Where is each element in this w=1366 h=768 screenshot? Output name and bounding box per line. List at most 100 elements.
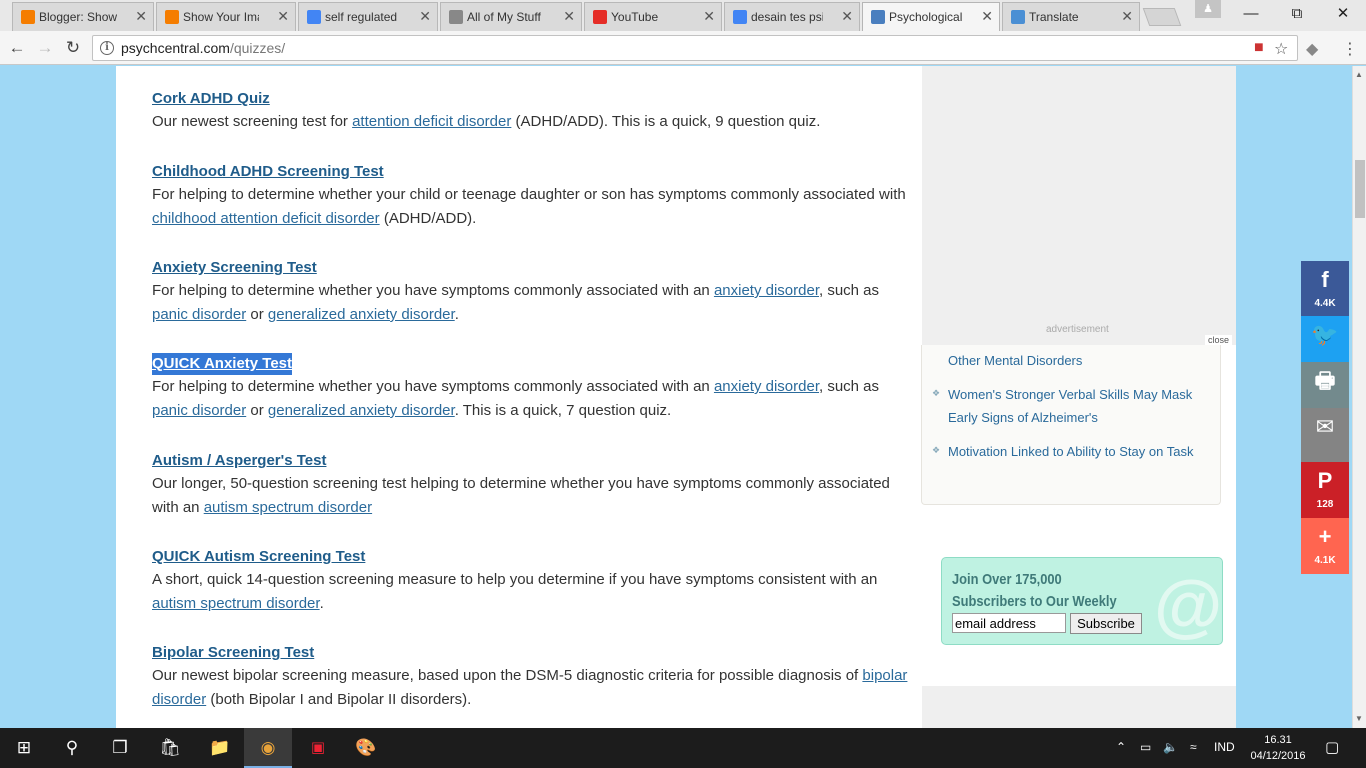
tab-close-icon[interactable]: ✕ — [419, 8, 431, 25]
volume-icon[interactable]: 🔈 — [1163, 740, 1178, 754]
profile-icon[interactable]: ♟ — [1195, 0, 1221, 18]
description-text: For helping to determine whether you hav… — [152, 378, 714, 395]
page-scrollbar[interactable]: ▲ ▼ — [1352, 66, 1366, 728]
language-indicator[interactable]: IND — [1214, 740, 1235, 754]
wifi-icon[interactable]: ≈ — [1190, 740, 1197, 754]
browser-tab[interactable]: Translate ✕ — [1002, 2, 1140, 31]
browser-tab[interactable]: All of My Stuff ✕ — [440, 2, 582, 31]
bullet-icon: ❖ — [932, 388, 941, 398]
share-email-button[interactable]: ✉ — [1301, 408, 1349, 462]
description-text: For helping to determine whether your ch… — [152, 186, 906, 203]
quiz-title-link[interactable]: QUICK Autism Screening Test — [152, 546, 365, 568]
file-explorer-icon[interactable]: 📁 — [196, 728, 244, 768]
tab-close-icon[interactable]: ✕ — [981, 8, 993, 25]
bookmark-star-icon[interactable]: ☆ — [1274, 39, 1288, 59]
news-link[interactable]: Women's Stronger Verbal Skills May Mask … — [948, 383, 1213, 429]
inline-link[interactable]: autism spectrum disorder — [204, 499, 372, 516]
search-icon[interactable]: ⚲ — [48, 728, 96, 768]
paint-icon[interactable]: 🎨 — [342, 728, 390, 768]
share-facebook-button[interactable]: f 4.4K — [1301, 261, 1349, 316]
extension-icon[interactable]: ◆ — [1306, 39, 1318, 59]
forward-button[interactable]: → — [34, 37, 56, 59]
menu-icon[interactable]: ⋮ — [1342, 39, 1358, 59]
chrome-icon[interactable]: ◉ — [244, 728, 292, 768]
description-text: (ADHD/ADD). This is a quick, 9 question … — [511, 113, 821, 130]
minimize-button[interactable]: — — [1228, 0, 1274, 30]
tab-close-icon[interactable]: ✕ — [135, 8, 147, 25]
share-twitter-button[interactable]: 🐦 — [1301, 316, 1349, 362]
inline-link[interactable]: attention deficit disorder — [352, 113, 511, 130]
share-more-button[interactable]: +4.1K — [1301, 518, 1349, 574]
site-info-icon[interactable]: i — [100, 41, 114, 55]
scroll-thumb[interactable] — [1355, 160, 1365, 218]
google-icon — [307, 10, 321, 24]
inline-link[interactable]: panic disorder — [152, 402, 246, 419]
tab-close-icon[interactable]: ✕ — [703, 8, 715, 25]
inline-link[interactable]: autism spectrum disorder — [152, 595, 320, 612]
inline-link[interactable]: panic disorder — [152, 306, 246, 323]
ix-icon — [449, 10, 463, 24]
inline-link[interactable]: childhood attention deficit disorder — [152, 210, 380, 227]
quiz-title-link[interactable]: Bipolar Screening Test — [152, 642, 314, 664]
browser-tab[interactable]: Blogger: Show ✕ — [12, 2, 154, 31]
address-bar[interactable]: psychcentral.com/quizzes/ — [92, 35, 1298, 61]
clock[interactable]: 16.31 04/12/2016 — [1248, 732, 1308, 764]
quiz-title-link[interactable]: QUICK Anxiety Test — [152, 353, 293, 375]
ad-slot — [922, 66, 1236, 345]
quiz-title-link[interactable]: Anxiety Screening Test — [152, 257, 317, 279]
browser-tab[interactable]: desain tes psik ✕ — [724, 2, 860, 31]
subscribe-button[interactable]: Subscribe — [1070, 613, 1142, 634]
scroll-down-icon[interactable]: ▼ — [1355, 714, 1363, 723]
tab-label: Blogger: Show — [39, 10, 117, 24]
task-view-icon[interactable]: ❐ — [96, 728, 144, 768]
battery-icon[interactable]: ▭ — [1140, 740, 1151, 754]
share-count: 4.1K — [1314, 555, 1336, 566]
ad-close-button[interactable]: close — [1205, 335, 1233, 345]
close-window-button[interactable]: ✕ — [1320, 0, 1366, 30]
page-main: Cork ADHD Quiz Our newest screening test … — [116, 66, 1236, 728]
browser-tab[interactable]: YouTube ✕ — [584, 2, 722, 31]
description-text: . This is a quick, 7 question quiz. — [454, 402, 672, 419]
share-pinterest-button[interactable]: P 128 — [1301, 462, 1349, 518]
windows-start-icon[interactable]: ⊞ — [0, 728, 48, 768]
browser-tab[interactable]: Show Your Ima ✕ — [156, 2, 296, 31]
tab-strip: Translate✕Psychological T✕desain tes psi… — [0, 0, 1366, 31]
share-print-button[interactable]: 🖶 — [1301, 362, 1349, 408]
reload-button[interactable]: ↻ — [62, 37, 84, 59]
tab-label: Translate — [1029, 10, 1079, 24]
tab-close-icon[interactable]: ✕ — [1121, 8, 1133, 25]
inline-link[interactable]: anxiety disorder — [714, 282, 819, 299]
quiz-title-link[interactable]: Childhood ADHD Screening Test — [152, 161, 384, 183]
inline-link[interactable]: generalized anxiety disorder — [268, 402, 455, 419]
news-link[interactable]: Motivation Linked to Ability to Stay on … — [948, 440, 1213, 463]
tab-label: Show Your Ima — [183, 10, 259, 24]
news-link[interactable]: Other Mental Disorders — [948, 349, 1213, 372]
browser-tab[interactable]: self regulated l ✕ — [298, 2, 438, 31]
inline-link[interactable]: anxiety disorder — [714, 378, 819, 395]
app-icon[interactable]: ▣ — [294, 728, 342, 768]
browser-tab[interactable]: Psychological T ✕ — [862, 2, 1000, 31]
store-icon[interactable]: 🛍 — [146, 728, 194, 768]
scroll-up-icon[interactable]: ▲ — [1355, 70, 1363, 79]
tray-chevron-icon[interactable]: ⌃ — [1116, 740, 1126, 754]
maximize-button[interactable]: ⧉ — [1274, 0, 1320, 30]
inline-link[interactable]: generalized anxiety disorder — [268, 306, 455, 323]
tab-close-icon[interactable]: ✕ — [563, 8, 575, 25]
blocked-popup-icon[interactable]: ■ — [1254, 39, 1264, 57]
description-text: . — [454, 306, 459, 323]
clock-time: 16.31 — [1264, 734, 1292, 746]
quiz-title-link[interactable]: Autism / Asperger's Test — [152, 450, 326, 472]
taskbar: ⊞ ⚲ ❐ 🛍 📁 ◉ ▣ 🎨 ⌃ ▭ 🔈 ≈ IND 16.31 04/12/… — [0, 728, 1366, 768]
ad-label: advertisement — [1046, 324, 1109, 335]
new-tab-button[interactable] — [1142, 8, 1182, 26]
share-count: 128 — [1316, 499, 1334, 510]
back-button[interactable]: ← — [6, 37, 28, 59]
notification-icon[interactable]: ▢ — [1325, 738, 1339, 756]
tab-label: YouTube — [611, 10, 659, 24]
tab-close-icon[interactable]: ✕ — [277, 8, 289, 25]
email-field[interactable] — [952, 613, 1066, 633]
news-box: Other Mental Disorders ❖ Women's Stronge… — [921, 345, 1221, 505]
tab-close-icon[interactable]: ✕ — [841, 8, 853, 25]
description-text: Our newest bipolar screening measure, ba… — [152, 667, 863, 684]
quiz-title-link[interactable]: Cork ADHD Quiz — [152, 88, 270, 110]
